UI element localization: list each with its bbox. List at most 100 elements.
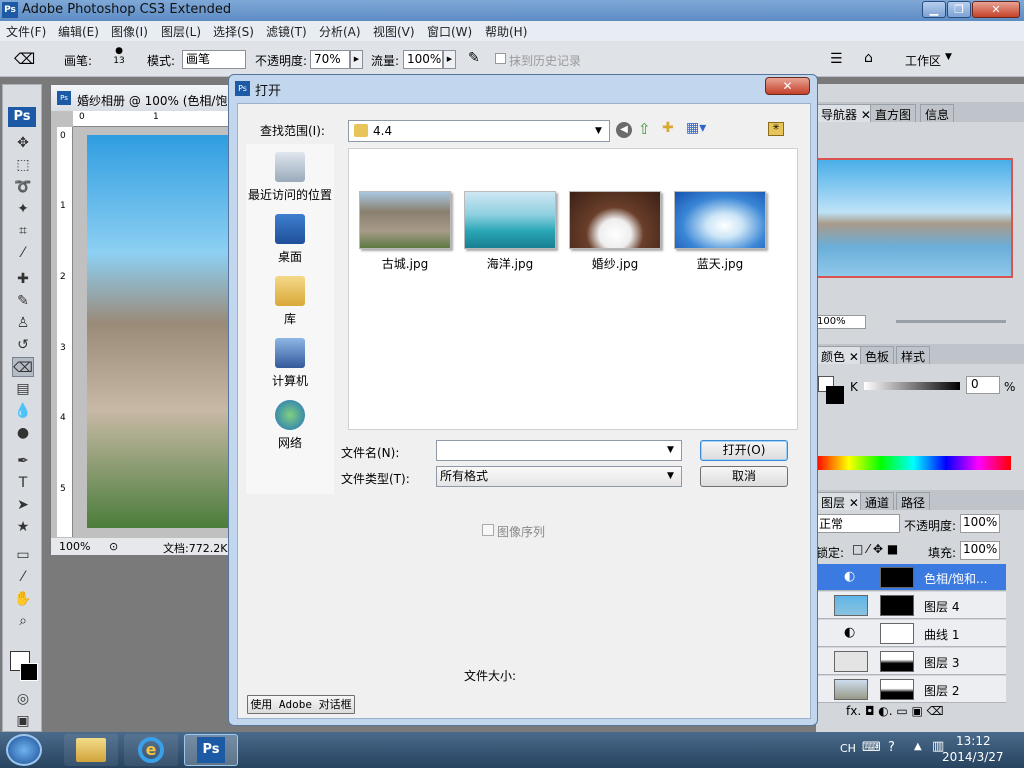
bridge-icon[interactable]: ⌂ [864, 50, 888, 70]
tab-histogram[interactable]: 直方图 [870, 104, 917, 122]
file-item[interactable]: 蓝天.jpg [670, 191, 770, 272]
type-tool-icon[interactable]: T [12, 473, 34, 493]
magic-wand-tool-icon[interactable]: ✦ [12, 199, 34, 219]
clock-time[interactable]: 13:12 [956, 734, 991, 748]
language-indicator[interactable]: CH [840, 742, 856, 755]
tab-color[interactable]: 颜色 ✕ [816, 346, 864, 364]
tab-info[interactable]: 信息 [920, 104, 955, 122]
blur-tool-icon[interactable]: 💧 [12, 401, 34, 421]
k-input[interactable]: 0 [966, 376, 1000, 394]
menu-edit[interactable]: 编辑(E) [58, 23, 99, 40]
new-folder-icon[interactable]: ✚ [662, 120, 674, 136]
zoom-level[interactable]: 100% [59, 540, 90, 553]
explorer-taskbar-icon[interactable] [64, 734, 118, 766]
airbrush-icon[interactable]: ✎ [468, 50, 488, 70]
up-folder-icon[interactable]: ⇧ [638, 120, 651, 138]
layer-opacity-input[interactable]: 100% [960, 514, 1000, 533]
keyboard-icon[interactable]: ⌨ [862, 740, 881, 755]
photoshop-taskbar-icon[interactable]: Ps [184, 734, 238, 766]
help-icon[interactable]: ? [888, 740, 895, 755]
zoom-tool-icon[interactable]: ⌕ [12, 611, 34, 631]
place-computer[interactable]: 计算机 [246, 338, 334, 389]
menu-file[interactable]: 文件(F) [6, 23, 46, 40]
fill-input[interactable]: 100% [960, 541, 1000, 560]
close-button[interactable]: ✕ [972, 1, 1020, 18]
minimize-button[interactable]: ▁ [922, 1, 946, 18]
menu-select[interactable]: 选择(S) [213, 23, 254, 40]
color-fg-swatch[interactable] [826, 386, 844, 404]
file-item[interactable]: 海洋.jpg [460, 191, 560, 272]
adobe-dialog-button[interactable]: 使用 Adobe 对话框 [247, 695, 355, 714]
notes-tool-icon[interactable]: ▭ [12, 545, 34, 565]
layer-row[interactable]: 图层 4 [816, 592, 1006, 619]
document-title[interactable]: 婚纱相册 @ 100% (色相/饱 [51, 85, 237, 111]
menu-view[interactable]: 视图(V) [373, 23, 415, 40]
filetype-select[interactable]: 所有格式 ▼ [436, 466, 682, 487]
menu-layer[interactable]: 图层(L) [161, 23, 201, 40]
shape-tool-icon[interactable]: ★ [12, 517, 34, 537]
brush-tool-icon[interactable]: ✎ [12, 291, 34, 311]
tab-swatches[interactable]: 色板 [860, 346, 895, 364]
navigator-preview[interactable] [816, 158, 1013, 278]
history-checkbox[interactable] [495, 53, 506, 64]
status-menu-icon[interactable]: ⊙ [109, 540, 118, 553]
image-sequence-checkbox[interactable] [482, 524, 494, 536]
path-selection-tool-icon[interactable]: ➤ [12, 495, 34, 515]
view-menu-icon[interactable]: ▦▾ [686, 120, 706, 136]
eraser-tool-icon[interactable]: ⌫ [14, 50, 38, 70]
palette-icon[interactable]: ☰ [830, 51, 848, 69]
back-icon[interactable]: ◀ [616, 122, 632, 138]
healing-brush-tool-icon[interactable]: ✚ [12, 269, 34, 289]
document-canvas[interactable] [87, 135, 237, 528]
layer-row[interactable]: 图层 3 [816, 648, 1006, 675]
menu-help[interactable]: 帮助(H) [485, 23, 527, 40]
crop-tool-icon[interactable]: ⌗ [12, 221, 34, 241]
flow-slider-button[interactable]: ▶ [443, 50, 456, 69]
tray-arrow-icon[interactable]: ▲ [914, 741, 922, 752]
lasso-tool-icon[interactable]: ➰ [12, 177, 34, 197]
clock-date[interactable]: 2014/3/27 [942, 750, 1004, 764]
layer-name[interactable]: 图层 2 [924, 682, 959, 699]
quick-mask-icon[interactable]: ◎ [12, 689, 34, 709]
cancel-button[interactable]: 取消 [700, 466, 788, 487]
layer-name[interactable]: 色相/饱和... [924, 570, 988, 587]
k-slider[interactable] [864, 382, 960, 390]
folder-star-icon[interactable]: ✳ [768, 122, 784, 136]
opacity-slider-button[interactable]: ▶ [350, 50, 363, 69]
navigator-zoom[interactable]: 100% [816, 315, 866, 329]
layer-name[interactable]: 图层 4 [924, 598, 959, 615]
dodge-tool-icon[interactable]: ● [12, 423, 34, 443]
tab-navigator[interactable]: 导航器 ✕ [816, 104, 876, 122]
move-tool-icon[interactable]: ✥ [12, 133, 34, 153]
file-item[interactable]: 古城.jpg [355, 191, 455, 272]
layers-footer-icons[interactable]: fx. ◘ ◐. ▭ ▣ ⌫ [846, 704, 1016, 722]
hand-tool-icon[interactable]: ✋ [12, 589, 34, 609]
marquee-tool-icon[interactable]: ⬚ [12, 155, 34, 175]
mode-select[interactable]: 画笔 [182, 50, 246, 69]
place-library[interactable]: 库 [246, 276, 334, 327]
restore-button[interactable]: ❐ [947, 1, 971, 18]
tab-paths[interactable]: 路径 [896, 492, 931, 510]
workspace-chevron-down-icon[interactable]: ▼ [945, 52, 952, 62]
start-button[interactable] [6, 734, 42, 766]
layer-name[interactable]: 图层 3 [924, 654, 959, 671]
slice-tool-icon[interactable]: ⁄ [12, 243, 34, 263]
menu-analysis[interactable]: 分析(A) [319, 23, 361, 40]
opacity-input[interactable]: 70% [310, 50, 350, 69]
layer-row[interactable]: ◐ 曲线 1 [816, 620, 1006, 647]
filename-input[interactable]: ▼ [436, 440, 682, 461]
eyedropper-tool-icon[interactable]: ⁄ [12, 567, 34, 587]
layer-row[interactable]: 图层 2 [816, 676, 1006, 703]
color-spectrum-bar[interactable] [816, 456, 1011, 470]
tab-styles[interactable]: 样式 [896, 346, 931, 364]
layer-name[interactable]: 曲线 1 [924, 626, 959, 643]
pen-tool-icon[interactable]: ✒ [12, 451, 34, 471]
menu-window[interactable]: 窗口(W) [427, 23, 472, 40]
file-item[interactable]: 婚纱.jpg [565, 191, 665, 272]
clone-stamp-tool-icon[interactable]: ♙ [12, 313, 34, 333]
tab-channels[interactable]: 通道 [860, 492, 895, 510]
dialog-close-button[interactable]: ✕ [765, 77, 810, 95]
place-network[interactable]: 网络 [246, 400, 334, 451]
blend-mode-select[interactable]: 正常 [816, 514, 900, 533]
eraser-tool-icon[interactable]: ⌫ [12, 357, 34, 377]
